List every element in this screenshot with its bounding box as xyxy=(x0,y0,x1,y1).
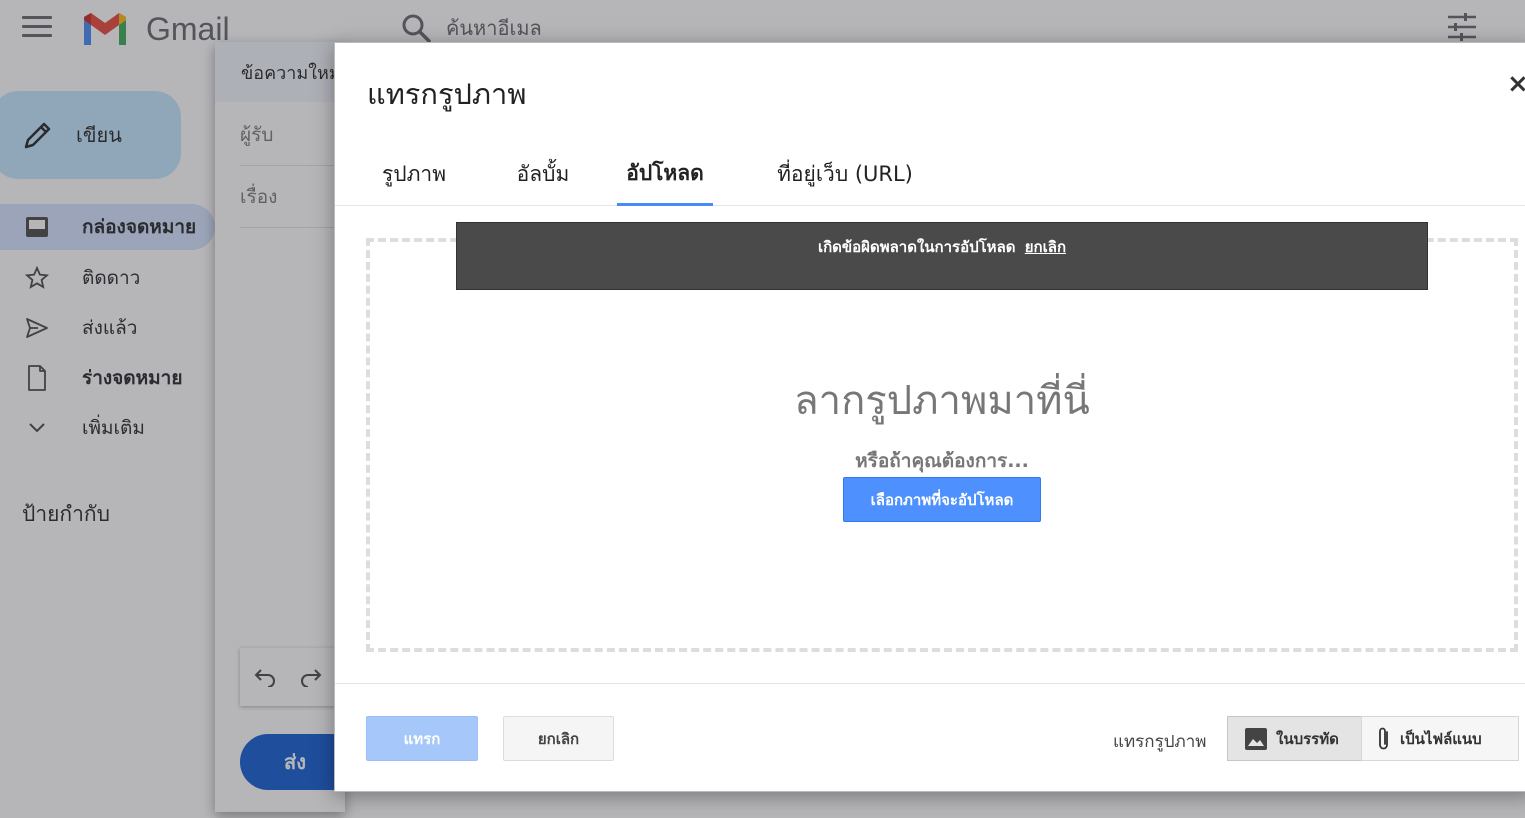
insert-button[interactable]: แทรก xyxy=(366,716,478,761)
tab-upload[interactable]: อัปโหลด xyxy=(617,143,713,206)
paperclip-icon xyxy=(1376,726,1392,752)
dialog-tabs: รูปภาพ อัลบั้ม อัปโหลด ที่อยู่เว็บ (URL) xyxy=(335,143,1525,206)
error-message: เกิดข้อผิดพลาดในการอัปโหลด xyxy=(817,238,1016,256)
tab-web-address[interactable]: ที่อยู่เว็บ (URL) xyxy=(769,143,921,206)
inline-option-label: ในบรรทัด xyxy=(1276,729,1339,748)
cancel-button[interactable]: ยกเลิก xyxy=(503,716,614,761)
drag-here-text: ลากรูปภาพมาที่นี่ xyxy=(794,378,1090,424)
insert-mode-label: แทรกรูปภาพ xyxy=(1113,732,1207,752)
insert-image-dialog: แทรกรูปภาพ × รูปภาพ อัลบั้ม อัปโหลด ที่อ… xyxy=(334,42,1525,792)
dialog-footer: แทรก ยกเลิก แทรกรูปภาพ ในบรรทัด เป็นไฟล์… xyxy=(335,683,1525,793)
error-cancel-link[interactable]: ยกเลิก xyxy=(1025,238,1066,256)
upload-error-banner: เกิดข้อผิดพลาดในการอัปโหลด ยกเลิก xyxy=(456,222,1428,290)
tab-photos[interactable]: รูปภาพ xyxy=(363,143,465,206)
attachment-option-label: เป็นไฟล์แนบ xyxy=(1400,729,1482,748)
dialog-title: แทรกรูปภาพ xyxy=(367,77,527,111)
or-text: หรือถ้าคุณต้องการ... xyxy=(855,450,1029,472)
drop-zone[interactable] xyxy=(366,238,1518,652)
image-icon xyxy=(1244,727,1268,751)
tab-albums[interactable]: อัลบั้ม xyxy=(493,143,593,206)
attachment-option-button[interactable]: เป็นไฟล์แนบ xyxy=(1361,716,1519,761)
inline-option-button[interactable]: ในบรรทัด xyxy=(1227,716,1362,761)
choose-image-button[interactable]: เลือกภาพที่จะอัปโหลด xyxy=(843,477,1041,522)
close-icon[interactable]: × xyxy=(1507,69,1525,99)
